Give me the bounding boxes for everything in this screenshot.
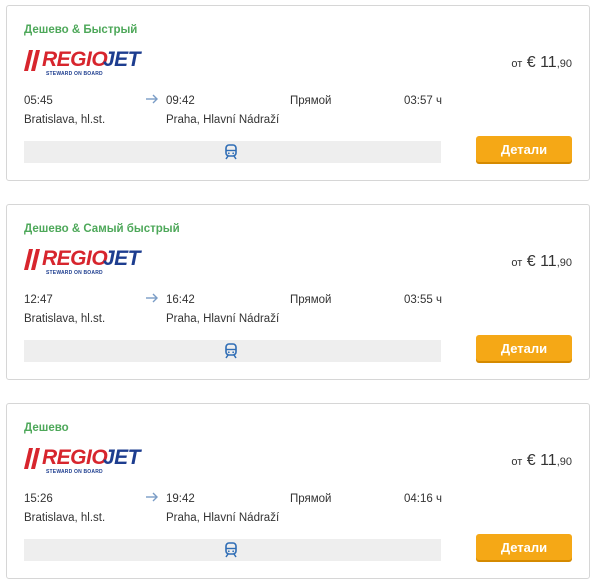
connection-type: Прямой: [290, 95, 332, 107]
carrier-name-red: REGIO: [42, 247, 108, 270]
arrival-time: 19:42: [166, 493, 195, 505]
arrival-station: Praha, Hlavní Nádraží: [166, 114, 280, 126]
arrival-station: Praha, Hlavní Nádraží: [166, 313, 280, 325]
price-currency: €: [526, 253, 536, 270]
departure-station: Bratislava, hl.st.: [24, 114, 106, 126]
train-icon: [225, 343, 237, 359]
connection-type: Прямой: [290, 294, 332, 306]
price-decimal: ,90: [556, 58, 572, 70]
train-icon: [225, 542, 237, 558]
carrier-name-blue: JET: [103, 247, 141, 270]
arrival-time: 16:42: [166, 294, 195, 306]
carrier-name-red: REGIO: [42, 446, 108, 469]
price-currency: €: [526, 54, 536, 71]
trip-result-card[interactable]: Дешево & Быстрый REGIO JET STEWARD ON BO…: [6, 5, 590, 181]
price: от € 11,90: [511, 452, 572, 470]
price-prefix: от: [511, 58, 523, 70]
arrow-right-icon: [146, 492, 158, 502]
details-button[interactable]: Детали: [476, 534, 572, 560]
connection-type: Прямой: [290, 493, 332, 505]
logo-slashes-icon: [24, 50, 40, 71]
details-button[interactable]: Детали: [476, 335, 572, 361]
price-whole: 11: [540, 253, 557, 270]
departure-station: Bratislava, hl.st.: [24, 313, 106, 325]
result-tag: Дешево & Быстрый: [24, 24, 138, 36]
result-tag: Дешево & Самый быстрый: [24, 223, 180, 235]
transport-strip: [24, 141, 441, 163]
transport-strip: [24, 539, 441, 561]
arrival-station: Praha, Hlavní Nádraží: [166, 512, 280, 524]
carrier-slogan: STEWARD ON BOARD: [46, 270, 103, 276]
carrier-name-red: REGIO: [42, 48, 108, 71]
trip-result-card[interactable]: Дешево & Самый быстрый REGIO JET STEWARD…: [6, 204, 590, 380]
result-tag: Дешево: [24, 422, 69, 434]
transport-strip: [24, 340, 441, 362]
carrier-slogan: STEWARD ON BOARD: [46, 469, 103, 475]
price-currency: €: [526, 452, 536, 469]
carrier-slogan: STEWARD ON BOARD: [46, 71, 103, 77]
price: от € 11,90: [511, 54, 572, 72]
carrier-logo: REGIO JET STEWARD ON BOARD: [24, 446, 144, 478]
price-decimal: ,90: [556, 257, 572, 269]
arrow-right-icon: [146, 94, 158, 104]
carrier-logo: REGIO JET STEWARD ON BOARD: [24, 247, 144, 279]
price-whole: 11: [540, 452, 557, 469]
carrier-name-blue: JET: [103, 48, 141, 71]
arrow-right-icon: [146, 293, 158, 303]
arrival-time: 09:42: [166, 95, 195, 107]
departure-station: Bratislava, hl.st.: [24, 512, 106, 524]
carrier-logo: REGIO JET STEWARD ON BOARD: [24, 48, 144, 80]
price-whole: 11: [540, 54, 557, 71]
train-icon: [225, 144, 237, 160]
price-decimal: ,90: [556, 456, 572, 468]
trip-duration: 03:55 ч: [404, 294, 442, 306]
logo-slashes-icon: [24, 249, 40, 270]
price-prefix: от: [511, 257, 523, 269]
trip-duration: 03:57 ч: [404, 95, 442, 107]
departure-time: 15:26: [24, 493, 53, 505]
trip-result-card[interactable]: Дешево REGIO JET STEWARD ON BOARD от € 1…: [6, 403, 590, 579]
details-button[interactable]: Детали: [476, 136, 572, 162]
logo-slashes-icon: [24, 448, 40, 469]
carrier-name-blue: JET: [103, 446, 141, 469]
departure-time: 12:47: [24, 294, 53, 306]
price: от € 11,90: [511, 253, 572, 271]
price-prefix: от: [511, 456, 523, 468]
departure-time: 05:45: [24, 95, 53, 107]
trip-duration: 04:16 ч: [404, 493, 442, 505]
